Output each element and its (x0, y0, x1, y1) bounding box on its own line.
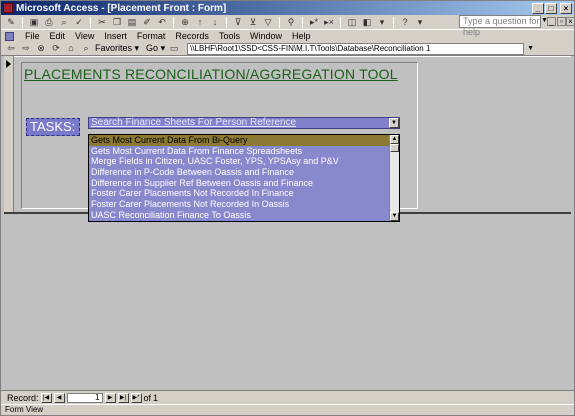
scroll-thumb[interactable] (390, 144, 399, 152)
menu-view[interactable]: View (70, 31, 99, 41)
record-of-label: of (143, 392, 152, 403)
print-preview-icon[interactable]: ⌕ (58, 17, 70, 28)
list-item[interactable]: Difference in Supplier Ref Between Oassi… (89, 178, 391, 189)
favorites-menu[interactable]: Favorites ▾ (95, 43, 139, 54)
copy-icon[interactable]: ❐ (111, 17, 123, 28)
inner-close-button[interactable]: × (566, 17, 575, 26)
previous-record-icon[interactable]: ◀ (53, 392, 65, 403)
access-window: Microsoft Access - [Placement Front : Fo… (0, 0, 575, 416)
window-title: Microsoft Access - [Placement Front : Fo… (16, 2, 227, 14)
home-icon[interactable]: ⌂ (65, 43, 77, 54)
list-item[interactable]: Gets Most Current Data From Bi-Query (89, 135, 391, 146)
inner-restore-button[interactable]: ▫ (557, 17, 566, 26)
minimize-button[interactable]: _ (532, 2, 544, 14)
help-question-input[interactable]: Type a question for help (459, 15, 541, 37)
new-record-nav-icon[interactable]: ▶* (130, 392, 142, 403)
maximize-button[interactable]: □ (545, 2, 557, 14)
stop-icon[interactable]: ⊗ (35, 43, 47, 54)
placement-front-form: PLACEMENTS RECONCILIATION/AGGREGATION TO… (4, 56, 571, 222)
current-record-field[interactable]: 1 (66, 392, 103, 403)
filter-by-selection-icon[interactable]: ⊽ (232, 17, 244, 28)
page-title: PLACEMENTS RECONCILIATION/AGGREGATION TO… (24, 66, 398, 82)
tasks-label: TASKS: (26, 118, 80, 136)
cut-icon[interactable]: ✂ (96, 17, 108, 28)
menu-insert[interactable]: Insert (99, 31, 132, 41)
current-record-arrow-icon (6, 60, 11, 68)
web-toolbar: ⇦ ⇨ ⊗ ⟳ ⌂ ⌕ Favorites ▾ Go ▾ ▭ \\LBHF\Ro… (1, 42, 574, 56)
combo-dropdown-arrow-icon[interactable]: ▼ (389, 118, 399, 128)
go-menu[interactable]: Go ▾ (146, 43, 165, 54)
inner-minimize-button[interactable]: _ (547, 17, 556, 26)
close-button[interactable]: × (560, 2, 572, 14)
menu-format[interactable]: Format (132, 31, 171, 41)
record-total: 1 (153, 392, 159, 403)
list-item[interactable]: Merge Fields in Citizen, UASC Foster, YP… (89, 156, 391, 167)
delete-record-icon[interactable]: ▸× (323, 17, 335, 28)
refresh-icon[interactable]: ⟳ (50, 43, 62, 54)
undo-icon[interactable]: ↶ (156, 17, 168, 28)
list-item[interactable]: Foster Carer Placements Not Recorded In … (89, 188, 391, 199)
record-navigation-bar: Record: |◀ ◀ 1 ▶ ▶| ▶* of 1 (1, 390, 574, 404)
filter-by-form-icon[interactable]: ⊻ (247, 17, 259, 28)
apply-filter-icon[interactable]: ▽ (262, 17, 274, 28)
last-record-icon[interactable]: ▶| (117, 392, 129, 403)
form-document-icon[interactable] (5, 31, 14, 41)
find-icon[interactable]: ⚲ (285, 17, 297, 28)
view-icon[interactable]: ✎ (5, 17, 17, 28)
forward-icon[interactable]: ⇨ (20, 43, 32, 54)
menu-file[interactable]: File (20, 31, 45, 41)
menu-tools[interactable]: Tools (214, 31, 245, 41)
menu-help[interactable]: Help (287, 31, 316, 41)
scroll-down-icon[interactable]: ▼ (390, 212, 399, 221)
tasks-combo-box[interactable]: Search Finance Sheets For Person Referen… (88, 117, 400, 129)
list-item[interactable]: Gets Most Current Data From Finance Spre… (89, 146, 391, 157)
sort-ascending-icon[interactable]: ↑ (194, 17, 206, 28)
show-only-web-toolbar-icon[interactable]: ▭ (168, 43, 180, 54)
list-item[interactable]: Difference in P-Code Between Oassis and … (89, 167, 391, 178)
record-label: Record: (7, 392, 39, 403)
sort-descending-icon[interactable]: ↓ (209, 17, 221, 28)
paste-icon[interactable]: ▤ (126, 17, 138, 28)
toolbar-options-icon[interactable]: ▾ (414, 17, 426, 28)
save-icon[interactable]: ▣ (28, 17, 40, 28)
menu-records[interactable]: Records (170, 31, 214, 41)
record-selector[interactable] (4, 56, 14, 212)
status-bar: Form View (1, 404, 574, 415)
insert-hyperlink-icon[interactable]: ⊕ (179, 17, 191, 28)
database-window-icon[interactable]: ◫ (346, 17, 358, 28)
back-icon[interactable]: ⇦ (5, 43, 17, 54)
tasks-dropdown-list[interactable]: Gets Most Current Data From Bi-Query Get… (88, 134, 400, 222)
tasks-combo-value: Search Finance Sheets For Person Referen… (91, 117, 297, 128)
new-object-dropdown-icon[interactable]: ▾ (376, 17, 388, 28)
spelling-icon[interactable]: ✓ (73, 17, 85, 28)
address-dropdown-arrow-icon[interactable]: ▼ (527, 45, 534, 52)
address-input[interactable]: \\LBHF\Root1\SSD<CSS-FIN\M.I.T\Tools\Dat… (187, 42, 525, 55)
next-record-icon[interactable]: ▶ (104, 392, 116, 403)
office-assistant-icon[interactable]: ? (399, 17, 411, 28)
menu-window[interactable]: Window (245, 31, 287, 41)
scroll-up-icon[interactable]: ▲ (390, 135, 399, 144)
mdi-client-area: PLACEMENTS RECONCILIATION/AGGREGATION TO… (1, 56, 574, 390)
list-item[interactable]: Foster Carer Placements Not Recorded In … (89, 199, 391, 210)
access-app-icon (3, 3, 13, 13)
dropdown-scrollbar[interactable]: ▲ ▼ (389, 135, 399, 221)
new-object-icon[interactable]: ◧ (361, 17, 373, 28)
list-item[interactable]: UASC Reconciliation Finance To Oassis (89, 210, 391, 221)
title-bar: Microsoft Access - [Placement Front : Fo… (1, 1, 574, 15)
first-record-icon[interactable]: |◀ (40, 392, 52, 403)
new-record-icon[interactable]: ▸* (308, 17, 320, 28)
menu-bar: File Edit View Insert Format Records Too… (1, 30, 574, 42)
print-icon[interactable]: ⎙ (43, 17, 55, 28)
format-painter-icon[interactable]: ✐ (141, 17, 153, 28)
menu-edit[interactable]: Edit (45, 31, 71, 41)
search-web-icon[interactable]: ⌕ (80, 43, 92, 54)
